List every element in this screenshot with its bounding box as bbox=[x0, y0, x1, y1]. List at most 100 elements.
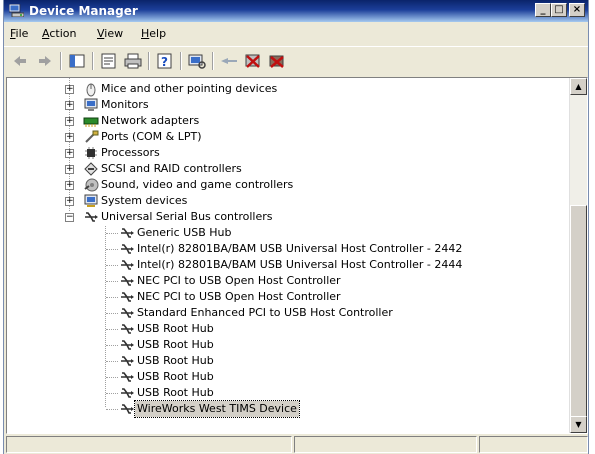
tree-item-label: Processors bbox=[101, 146, 160, 159]
usb-device-icon bbox=[121, 244, 134, 254]
menu-file[interactable]: File bbox=[10, 27, 28, 40]
tree-guide bbox=[106, 377, 118, 379]
usb-device-item[interactable]: USB Root Hub bbox=[7, 337, 567, 353]
show-hide-console-tree-icon[interactable] bbox=[67, 52, 87, 70]
usb-device-label: USB Root Hub bbox=[137, 354, 214, 367]
maximize-button[interactable]: □ bbox=[551, 3, 567, 17]
tree-item-ports[interactable]: + Ports (COM & LPT) bbox=[7, 129, 567, 145]
usb-device-label: USB Root Hub bbox=[137, 322, 214, 335]
tree-item-label: Mice and other pointing devices bbox=[101, 82, 278, 95]
menu-help-label: elp bbox=[149, 27, 167, 40]
tree-guide bbox=[106, 409, 118, 411]
help-icon[interactable]: ? bbox=[155, 52, 175, 70]
tree-guide bbox=[106, 329, 118, 331]
tree-item-label: Universal Serial Bus controllers bbox=[101, 210, 273, 223]
usb-device-item[interactable]: Intel(r) 82801BA/BAM USB Universal Host … bbox=[7, 241, 567, 257]
tree-item-usb-controllers[interactable]: − Universal Serial Bus controllers bbox=[7, 209, 567, 225]
expand-button[interactable]: + bbox=[65, 181, 74, 190]
port-icon bbox=[85, 130, 99, 143]
tree-item-system-devices[interactable]: + System devices bbox=[7, 193, 567, 209]
usb-device-icon bbox=[121, 372, 134, 382]
tree-guide bbox=[106, 233, 118, 235]
tree-guide bbox=[106, 393, 118, 395]
usb-device-label: Generic USB Hub bbox=[137, 226, 232, 239]
forward-icon[interactable] bbox=[35, 52, 55, 70]
usb-device-item-selected[interactable]: WireWorks West TIMS Device bbox=[7, 400, 567, 418]
tree-item-processors[interactable]: + Processors bbox=[7, 145, 567, 161]
usb-device-icon bbox=[121, 388, 134, 398]
usb-device-item[interactable]: USB Root Hub bbox=[7, 385, 567, 401]
print-icon[interactable] bbox=[123, 52, 143, 70]
title-bar[interactable]: Device Manager _ □ × bbox=[4, 0, 588, 22]
menu-file-label: ile bbox=[15, 27, 29, 40]
tree-guide bbox=[106, 361, 118, 363]
tree-guide bbox=[106, 249, 118, 251]
tree-item-sound[interactable]: + Sound, video and game controllers bbox=[7, 177, 567, 193]
usb-device-item[interactable]: Standard Enhanced PCI to USB Host Contro… bbox=[7, 305, 567, 321]
expand-button[interactable]: + bbox=[65, 133, 74, 142]
processor-icon bbox=[85, 147, 97, 159]
usb-device-item[interactable]: USB Root Hub bbox=[7, 369, 567, 385]
expand-button[interactable]: + bbox=[65, 197, 74, 206]
usb-device-icon bbox=[121, 308, 134, 318]
tree-item-monitors[interactable]: + Monitors bbox=[7, 97, 567, 113]
device-tree-pane[interactable]: + Mice and other pointing devices + Moni… bbox=[6, 77, 588, 434]
expand-button[interactable]: + bbox=[65, 101, 74, 110]
scan-hardware-icon[interactable] bbox=[187, 52, 207, 70]
usb-device-item[interactable]: NEC PCI to USB Open Host Controller bbox=[7, 289, 567, 305]
usb-device-label: NEC PCI to USB Open Host Controller bbox=[137, 290, 341, 303]
menu-action[interactable]: Action bbox=[42, 27, 76, 40]
device-manager-window: Device Manager _ □ × File Action View He… bbox=[3, 0, 589, 454]
tree-item-label: Sound, video and game controllers bbox=[101, 178, 294, 191]
svg-text:?: ? bbox=[161, 55, 168, 69]
toolbar: ? bbox=[4, 46, 588, 75]
scsi-icon bbox=[84, 162, 98, 176]
scroll-up-button[interactable]: ▲ bbox=[570, 78, 587, 95]
sound-icon bbox=[84, 178, 99, 192]
tree-guide bbox=[106, 345, 118, 347]
window-title: Device Manager bbox=[29, 4, 138, 18]
update-driver-icon[interactable] bbox=[219, 52, 239, 70]
usb-device-label: Intel(r) 82801BA/BAM USB Universal Host … bbox=[137, 258, 463, 271]
toolbar-separator bbox=[148, 52, 150, 70]
usb-device-label: USB Root Hub bbox=[137, 338, 214, 351]
expand-button[interactable]: + bbox=[65, 165, 74, 174]
menu-view[interactable]: View bbox=[97, 27, 123, 40]
collapse-button[interactable]: − bbox=[65, 213, 74, 222]
usb-device-item[interactable]: NEC PCI to USB Open Host Controller bbox=[7, 273, 567, 289]
tree-item-label: Ports (COM & LPT) bbox=[101, 130, 202, 143]
usb-device-item[interactable]: USB Root Hub bbox=[7, 321, 567, 337]
usb-device-item[interactable]: Generic USB Hub bbox=[7, 225, 567, 241]
scroll-down-button[interactable]: ▼ bbox=[570, 416, 587, 433]
status-cell bbox=[294, 436, 477, 453]
usb-device-label: Intel(r) 82801BA/BAM USB Universal Host … bbox=[137, 242, 463, 255]
menu-view-label: iew bbox=[104, 27, 124, 40]
disable-icon[interactable] bbox=[267, 52, 287, 70]
close-button[interactable]: × bbox=[569, 3, 585, 17]
tree-item-label: SCSI and RAID controllers bbox=[101, 162, 242, 175]
menu-help[interactable]: Help bbox=[141, 27, 166, 40]
tree-guide bbox=[106, 313, 118, 315]
scroll-thumb[interactable] bbox=[570, 205, 587, 417]
uninstall-icon[interactable] bbox=[243, 52, 263, 70]
expand-button[interactable]: + bbox=[65, 85, 74, 94]
minimize-button[interactable]: _ bbox=[535, 3, 551, 17]
usb-device-icon bbox=[121, 228, 134, 238]
expand-button[interactable]: + bbox=[65, 149, 74, 158]
usb-device-icon bbox=[121, 276, 134, 286]
usb-device-icon bbox=[121, 292, 134, 302]
usb-device-icon bbox=[121, 356, 134, 366]
vertical-scrollbar[interactable]: ▲ ▼ bbox=[569, 78, 587, 433]
menu-action-label: ction bbox=[49, 27, 77, 40]
tree-item-network-adapters[interactable]: + Network adapters bbox=[7, 113, 567, 129]
expand-button[interactable]: + bbox=[65, 117, 74, 126]
usb-device-icon bbox=[121, 404, 134, 414]
usb-device-item[interactable]: USB Root Hub bbox=[7, 353, 567, 369]
tree-item-scsi[interactable]: + SCSI and RAID controllers bbox=[7, 161, 567, 177]
back-icon[interactable] bbox=[10, 52, 30, 70]
tree-item-mice[interactable]: + Mice and other pointing devices bbox=[7, 81, 567, 97]
properties-icon[interactable] bbox=[99, 52, 119, 70]
usb-device-label: USB Root Hub bbox=[137, 386, 214, 399]
usb-device-item[interactable]: Intel(r) 82801BA/BAM USB Universal Host … bbox=[7, 257, 567, 273]
tree-item-label: System devices bbox=[101, 194, 188, 207]
